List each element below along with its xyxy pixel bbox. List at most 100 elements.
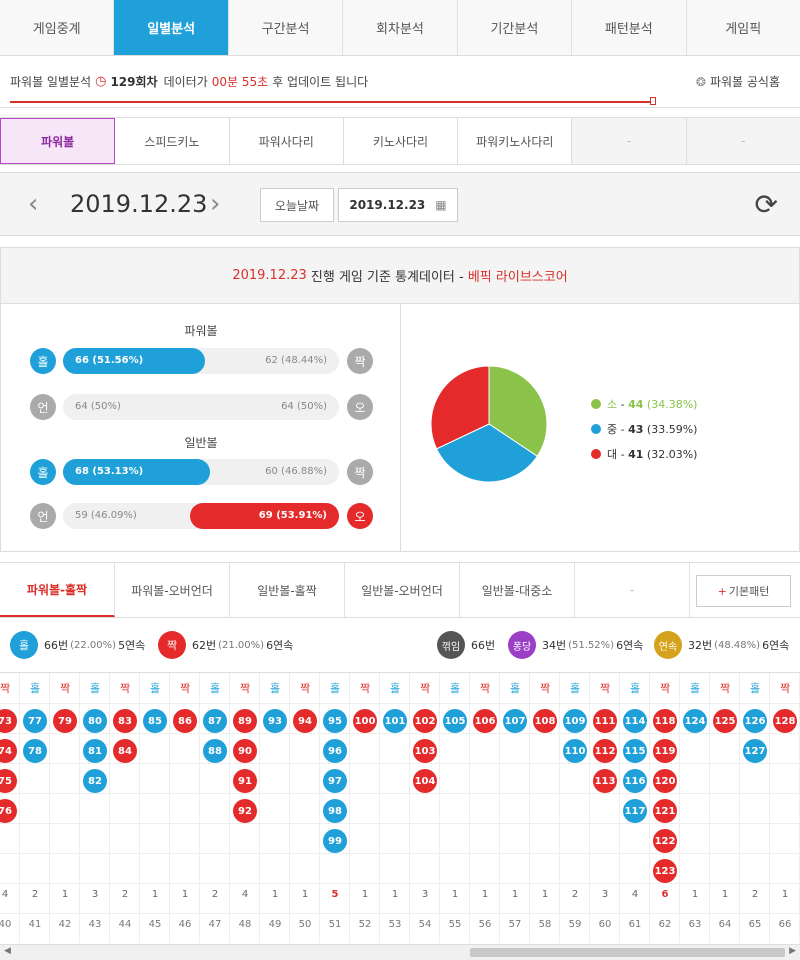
streak-count: 2	[31, 889, 39, 900]
streak-count: 1	[481, 889, 489, 900]
official-home-link[interactable]: ❂ 파워볼 공식홈	[696, 73, 780, 90]
streak-count: 1	[451, 889, 459, 900]
legend-medium: 중 - 43 (33.59%)	[591, 421, 697, 437]
pattern-column: 홀 107 1 57	[500, 673, 530, 943]
pattern-column: 홀 124 1 63	[680, 673, 710, 943]
odd-even-stats: 파워볼 홀 66 (51.56%) 62 (48.44%) 짝 언 64 (50…	[1, 304, 401, 552]
game-speedkeno[interactable]: 스피드키노	[115, 118, 230, 164]
legend-pct: (32.03%)	[646, 447, 698, 461]
tab-game-pick[interactable]: 게임픽	[687, 0, 800, 55]
tab-round-analysis[interactable]: 회차분석	[343, 0, 458, 55]
even-icon: 짝	[347, 459, 373, 485]
game-powerkeno-ladder[interactable]: 파워키노사다리	[458, 118, 573, 164]
scroll-right-icon[interactable]: ▶	[789, 946, 796, 956]
summary-even: 짝 62번 (21.00%) 6연속	[158, 631, 293, 659]
scroll-thumb[interactable]	[470, 948, 785, 957]
pong-streak: 6연속	[616, 639, 644, 652]
round-number: 63	[688, 919, 702, 930]
tab-normalball-size[interactable]: 일반볼-대중소	[460, 563, 575, 617]
pattern-ball: 85	[143, 709, 167, 733]
cont-badge: 연속	[654, 631, 682, 659]
pattern-column: 짝 128 1 66	[770, 673, 800, 943]
game-power-ladder[interactable]: 파워사다리	[229, 118, 344, 164]
pattern-ball: 92	[233, 799, 257, 823]
basic-pattern-label: 기본패턴	[728, 585, 770, 598]
pattern-ball: 94	[293, 709, 317, 733]
refresh-icon[interactable]: ⟳	[755, 188, 778, 221]
pattern-ball: 74	[0, 739, 17, 763]
game-keno-ladder[interactable]: 키노사다리	[343, 118, 459, 164]
round-number: 51	[328, 919, 342, 930]
streak-count: 1	[301, 889, 309, 900]
next-date-icon[interactable]: ›	[210, 189, 220, 219]
streak-count: 3	[91, 889, 99, 900]
tab-section-analysis[interactable]: 구간분석	[229, 0, 344, 55]
streak-count: 1	[181, 889, 189, 900]
cont-streak: 6연속	[762, 639, 790, 652]
powerball-even-value: 62 (48.44%)	[265, 355, 327, 366]
round-number: 61	[628, 919, 642, 930]
tab-normalball-odd-even[interactable]: 일반볼-홀짝	[230, 563, 345, 617]
round-number: 41	[28, 919, 42, 930]
column-type: 짝	[299, 682, 311, 695]
column-type: 짝	[359, 682, 371, 695]
today-button[interactable]: 오늘날짜	[260, 188, 334, 222]
round-number: 49	[268, 919, 282, 930]
pattern-column: 홀 126 127 2 65	[740, 673, 770, 943]
streak-count: 6	[661, 889, 669, 900]
game-empty-2: -	[686, 118, 800, 164]
pattern-ball: 108	[533, 709, 557, 733]
column-type: 홀	[329, 682, 341, 695]
pattern-column: 홀 114 115 116 117 4 61	[620, 673, 650, 943]
pattern-ball: 125	[713, 709, 737, 733]
streak-count: 3	[601, 889, 609, 900]
column-type: 짝	[599, 682, 611, 695]
column-type: 홀	[749, 682, 761, 695]
date-picker[interactable]: 2019.12.23 ▦	[338, 188, 458, 222]
pattern-ball: 110	[563, 739, 587, 763]
bend-badge: 꺾임	[437, 631, 465, 659]
size-stats: 소 - 44 (34.38%) 중 - 43 (33.59%) 대 - 41 (…	[401, 304, 799, 552]
normalball-title: 일반볼	[184, 436, 218, 450]
pattern-ball: 127	[743, 739, 767, 763]
basic-pattern-select[interactable]: + 기본패턴	[696, 575, 791, 607]
game-selector: 파워볼 스피드키노 파워사다리 키노사다리 파워키노사다리 - -	[0, 117, 800, 165]
column-type: 홀	[689, 682, 701, 695]
tab-normalball-over-under[interactable]: 일반볼-오버언더	[345, 563, 460, 617]
pattern-ball: 91	[233, 769, 257, 793]
pattern-ball: 126	[743, 709, 767, 733]
game-powerball[interactable]: 파워볼	[0, 118, 116, 164]
even-count: 62번	[192, 639, 217, 652]
tab-powerball-odd-even[interactable]: 파워볼-홀짝	[0, 563, 115, 617]
horizontal-scrollbar[interactable]: ◀ ▶	[0, 944, 800, 960]
odd-icon: 홀	[30, 348, 56, 374]
summary-odd: 홀 66번 (22.00%) 5연속	[10, 631, 145, 659]
tab-game-relay[interactable]: 게임중계	[0, 0, 115, 55]
round-number: 54	[418, 919, 432, 930]
stats-source: 베픽 라이브스코어	[467, 270, 568, 285]
tab-daily-analysis[interactable]: 일별분석	[114, 0, 229, 55]
column-type: 짝	[719, 682, 731, 695]
tab-powerball-over-under[interactable]: 파워볼-오버언더	[115, 563, 230, 617]
pattern-grid: 짝 73 74 75 76 4 40 홀 77 78 2 41 짝 79 1 42 홀 80 81 82 3 43 짝 83 8…	[0, 672, 800, 960]
prev-date-icon[interactable]: ‹	[28, 189, 38, 219]
pattern-tabs: 파워볼-홀짝 파워볼-오버언더 일반볼-홀짝 일반볼-오버언더 일반볼-대중소 …	[0, 562, 800, 618]
column-type: 홀	[449, 682, 461, 695]
round-number: 65	[748, 919, 762, 930]
pattern-column: 짝 86 1 46	[170, 673, 200, 943]
tab-period-analysis[interactable]: 기간분석	[458, 0, 573, 55]
streak-count: 2	[121, 889, 129, 900]
pattern-ball: 95	[323, 709, 347, 733]
round-number: 60	[598, 919, 612, 930]
column-type: 짝	[779, 682, 791, 695]
scroll-left-icon[interactable]: ◀	[4, 946, 11, 956]
pattern-column: 짝 102 103 104 3 54	[410, 673, 440, 943]
pattern-column: 홀 80 81 82 3 43	[80, 673, 110, 943]
pattern-ball: 80	[83, 709, 107, 733]
even-pct: (21.00%)	[218, 639, 265, 651]
column-type: 홀	[629, 682, 641, 695]
column-type: 홀	[149, 682, 161, 695]
update-progress-bar	[10, 101, 652, 103]
streak-count: 5	[331, 889, 339, 900]
tab-pattern-analysis[interactable]: 패턴분석	[572, 0, 687, 55]
